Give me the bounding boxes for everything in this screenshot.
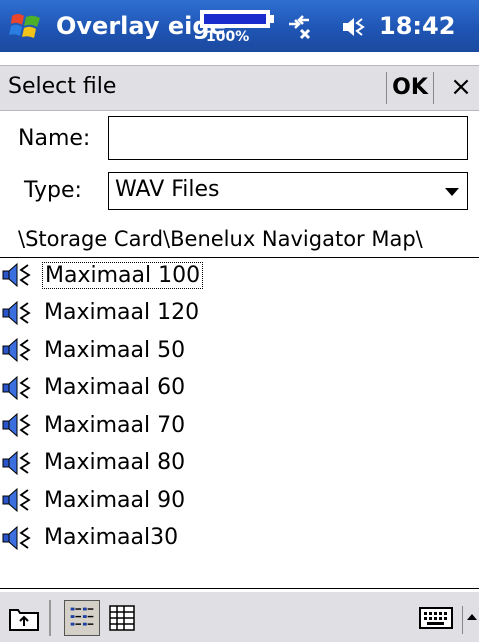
input-menu-arrow-icon[interactable] [462, 606, 479, 634]
file-list-item[interactable]: Maximaal 120 [0, 296, 201, 330]
toolbar-separator [49, 600, 51, 636]
wav-sound-icon [2, 487, 31, 513]
file-list-item[interactable]: Maximaal30 [0, 521, 180, 555]
type-value: WAV Files [115, 177, 220, 202]
file-name: Maximaal 90 [44, 487, 186, 513]
wav-sound-icon [2, 412, 31, 438]
wav-sound-icon [2, 375, 31, 400]
file-name: Maximaal 120 [44, 300, 200, 325]
dialog-command-bar: Select file OK × [0, 65, 479, 111]
dialog-title: Select file [8, 74, 117, 99]
file-name: Maximaal30 [44, 525, 179, 550]
file-name: Maximaal 60 [44, 375, 186, 400]
file-name: Maximaal 80 [44, 450, 186, 475]
list-view-icon[interactable] [64, 600, 100, 636]
name-input[interactable] [108, 116, 468, 160]
file-list-item[interactable]: Maximaal 70 [0, 408, 187, 442]
up-folder-icon[interactable] [6, 600, 42, 636]
battery-fill [204, 14, 266, 24]
wav-sound-icon [2, 300, 31, 325]
file-list-item[interactable]: Maximaal 90 [0, 483, 187, 517]
file-list-item[interactable]: Maximaal 80 [0, 446, 187, 480]
file-list-item[interactable]: Maximaal 60 [0, 371, 187, 405]
name-label: Name: [18, 126, 91, 151]
file-name: Maximaal 70 [44, 412, 186, 438]
details-view-icon[interactable] [104, 600, 140, 636]
windows-start-icon[interactable] [8, 8, 44, 44]
wav-sound-icon [2, 450, 31, 475]
file-list[interactable]: Maximaal 100 Maximaal 120 Maximaal 50 Maxim… [0, 257, 479, 589]
clock[interactable]: 18:42 [379, 12, 455, 40]
keyboard-icon[interactable] [418, 602, 454, 634]
file-name: Maximaal 100 [42, 261, 204, 289]
title-bar: Overlay eige 100% 18:42 [0, 0, 479, 52]
wav-sound-icon [2, 337, 31, 363]
battery-icon[interactable]: 100% [200, 6, 274, 46]
connectivity-icon[interactable] [285, 14, 315, 40]
wav-sound-icon [2, 262, 31, 288]
bottom-toolbar [0, 592, 479, 642]
wav-sound-icon [2, 525, 31, 550]
file-name: Maximaal 50 [44, 337, 186, 363]
close-button[interactable]: × [444, 72, 478, 104]
file-list-item[interactable]: Maximaal 100 [0, 258, 204, 292]
volume-icon[interactable] [340, 14, 370, 40]
battery-tip [270, 15, 274, 23]
battery-body [200, 10, 270, 28]
type-select[interactable]: WAV Files [108, 172, 468, 210]
current-path: \Storage Card\Benelux Navigator Map\ [18, 227, 423, 251]
type-label: Type: [24, 178, 82, 203]
battery-percent: 100% [206, 29, 250, 45]
ok-button[interactable]: OK [386, 72, 434, 104]
dropdown-arrow-icon[interactable] [445, 188, 459, 196]
file-list-item[interactable]: Maximaal 50 [0, 333, 187, 367]
